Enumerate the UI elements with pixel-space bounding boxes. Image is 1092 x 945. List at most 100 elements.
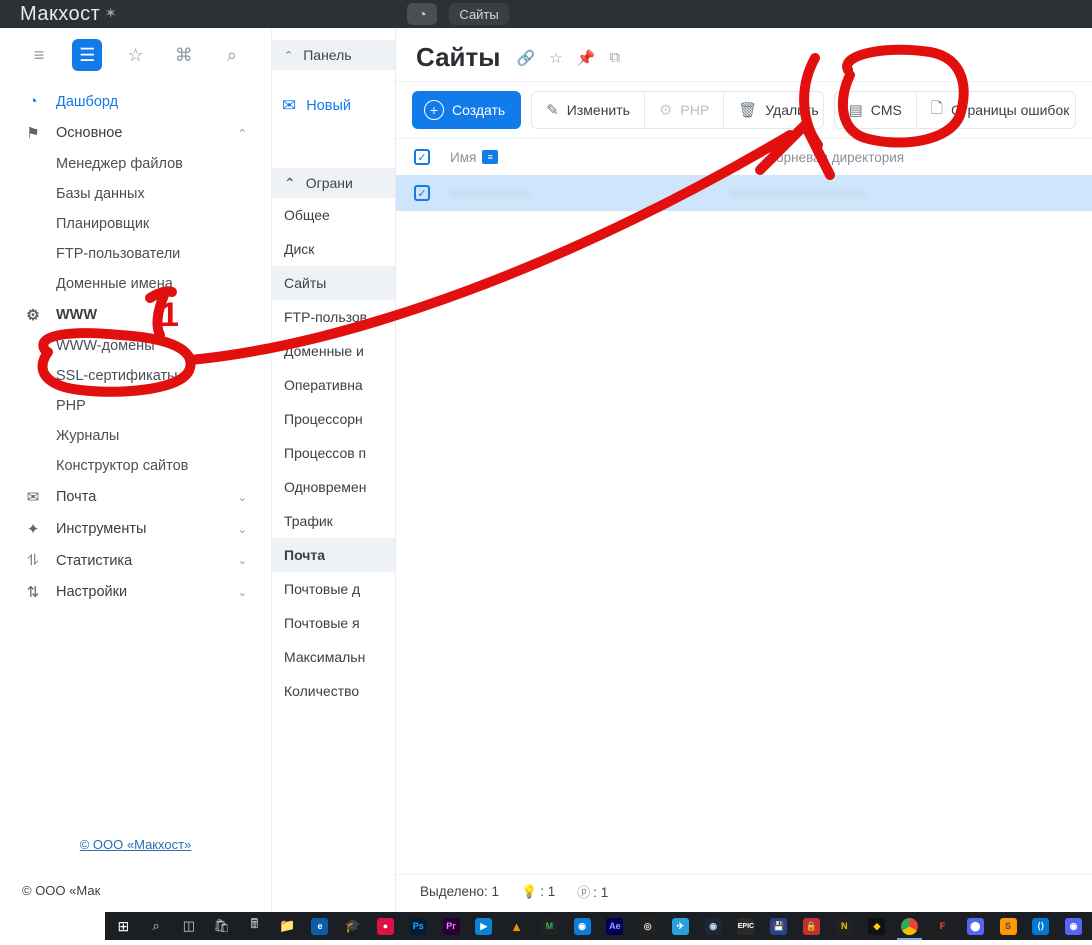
sort-icon[interactable]: ≡: [482, 150, 498, 164]
col-dir-label[interactable]: Корневая директория: [768, 150, 904, 165]
taskbar-app2[interactable]: ●: [369, 912, 402, 940]
star-icon[interactable]: ☆: [120, 39, 150, 71]
nav-section-www[interactable]: ⚙ WWW: [0, 299, 271, 331]
nav-sub-item[interactable]: Планировщик: [0, 209, 271, 239]
dashboard-icon: ◔: [24, 93, 42, 110]
taskbar-epic[interactable]: EPIC: [730, 912, 763, 940]
taskbar-sublime[interactable]: S: [992, 912, 1025, 940]
taskbar-premiere[interactable]: Pr: [435, 912, 468, 940]
taskbar-edge[interactable]: e: [304, 912, 337, 940]
nav-sub-item[interactable]: Базы данных: [0, 179, 271, 209]
topbar-tab-sites[interactable]: Сайты: [449, 3, 508, 25]
link-icon[interactable]: 🔗: [516, 49, 535, 67]
sec-limits-header[interactable]: ⌃ Ограни: [272, 168, 395, 198]
nav-dashboard[interactable]: ◔ Дашборд: [0, 86, 271, 117]
cms-button[interactable]: ▤CMS: [835, 92, 916, 128]
sec-panel-label: Панель: [303, 47, 351, 63]
nav-sub-item[interactable]: Менеджер файлов: [0, 149, 271, 179]
nav-sub-item[interactable]: Конструктор сайтов: [0, 451, 271, 481]
search-icon[interactable]: ⌕: [217, 39, 247, 71]
nav-tools[interactable]: ✦ Инструменты ⌄: [0, 513, 271, 545]
nav-sub-item[interactable]: PHP: [0, 391, 271, 421]
taskbar-telegram[interactable]: ✈: [664, 912, 697, 940]
taskbar-app6[interactable]: N: [828, 912, 861, 940]
sec-new-button[interactable]: ✉ Новый: [272, 84, 395, 136]
sec-item[interactable]: Процессорн: [272, 402, 395, 436]
taskbar-chrome[interactable]: [893, 912, 926, 940]
sec-item[interactable]: Количество: [272, 674, 395, 708]
sec-item[interactable]: Трафик: [272, 504, 395, 538]
nav-stats[interactable]: ⥮ Статистика ⌄: [0, 545, 271, 576]
taskbar-vlc[interactable]: ▲: [500, 912, 533, 940]
taskbar-app5[interactable]: ◉: [566, 912, 599, 940]
sec-item[interactable]: Процессов п: [272, 436, 395, 470]
taskbar-yandex[interactable]: ◆: [861, 912, 894, 940]
sec-item[interactable]: Сайты: [272, 266, 395, 300]
nav-sub-item[interactable]: Доменные имена: [0, 269, 271, 299]
topbar-dashboard-icon[interactable]: ◔: [407, 3, 437, 25]
taskbar-save[interactable]: 💾: [762, 912, 795, 940]
sec-item[interactable]: Оперативна: [272, 368, 395, 402]
error-pages-button[interactable]: 🗋Страницы ошибок: [916, 92, 1076, 128]
taskbar-taskview[interactable]: ◫: [173, 912, 206, 940]
nav-sub-item[interactable]: FTP-пользователи: [0, 239, 271, 269]
taskbar-app7[interactable]: ⬤: [959, 912, 992, 940]
nav-mail[interactable]: ✉ Почта ⌄: [0, 481, 271, 513]
apps-icon[interactable]: ⌘: [169, 39, 199, 71]
taskbar-aftereffects[interactable]: Ae: [598, 912, 631, 940]
sec-item[interactable]: Общее: [272, 198, 395, 232]
nav-settings[interactable]: ⇅ Настройки ⌄: [0, 576, 271, 608]
popout-icon[interactable]: ⧉: [609, 49, 620, 67]
globe-icon: ⚙: [24, 306, 42, 324]
taskbar-start[interactable]: ⊞: [107, 912, 140, 940]
nav-sub-item[interactable]: WWW-домены: [0, 331, 271, 361]
taskbar-app4[interactable]: M: [533, 912, 566, 940]
row-name-cell: ───────: [450, 186, 700, 200]
sec-item[interactable]: Доменные и: [272, 334, 395, 368]
sidebar: ≡ ☰ ☆ ⌘ ⌕ ◔ Дашборд ⚑ Основное ⌃ Менедже…: [0, 28, 272, 912]
sec-item[interactable]: FTP-пользов: [272, 300, 395, 334]
sec-item[interactable]: Почтовые д: [272, 572, 395, 606]
taskbar-obs[interactable]: ◎: [631, 912, 664, 940]
nav-section-main[interactable]: ⚑ Основное ⌃: [0, 117, 271, 149]
create-button[interactable]: + Создать: [412, 91, 521, 129]
taskbar-calc[interactable]: 🖩: [238, 912, 271, 940]
taskbar-store[interactable]: 🛍: [205, 912, 238, 940]
sec-item[interactable]: Максимальн: [272, 640, 395, 674]
taskbar-search[interactable]: ⌕: [140, 912, 173, 940]
page-icon: 🗋: [931, 98, 943, 123]
row-dir-cell: ────────────: [730, 186, 870, 200]
taskbar-lock[interactable]: 🔒: [795, 912, 828, 940]
taskbar-photoshop[interactable]: Ps: [402, 912, 435, 940]
edit-button[interactable]: ✎Изменить: [532, 92, 644, 128]
select-all-checkbox[interactable]: ✓: [414, 149, 430, 165]
flag-icon: ⚑: [24, 124, 42, 142]
sec-item[interactable]: Почта: [272, 538, 395, 572]
taskbar-explorer[interactable]: 📁: [271, 912, 304, 940]
taskbar-app3[interactable]: ▶: [467, 912, 500, 940]
delete-button[interactable]: 🗑Удалить: [723, 92, 823, 128]
status-php: ⓟ: 1: [577, 882, 608, 901]
taskbar-discord[interactable]: ◉: [1057, 912, 1090, 940]
star-icon[interactable]: ☆: [549, 49, 562, 67]
taskbar-app1[interactable]: 🎓: [336, 912, 369, 940]
table-row[interactable]: ✓ ─────── ────────────: [396, 175, 1092, 211]
row-checkbox[interactable]: ✓: [414, 185, 430, 201]
taskbar-steam[interactable]: ◉: [697, 912, 730, 940]
taskbar-figma[interactable]: F: [926, 912, 959, 940]
taskbar-vscode[interactable]: ⟨⟩: [1024, 912, 1057, 940]
sec-item[interactable]: Почтовые я: [272, 606, 395, 640]
sec-panel-header[interactable]: ⌃ Панель: [272, 40, 395, 70]
sec-item[interactable]: Диск: [272, 232, 395, 266]
nav-section-www-label: WWW: [56, 307, 97, 323]
sec-item[interactable]: Одновремен: [272, 470, 395, 504]
copyright-link[interactable]: © ООО «Макхост»: [0, 837, 271, 852]
pin-icon[interactable]: 📌: [577, 49, 596, 67]
chevron-down-icon: ⌄: [238, 523, 247, 536]
nav-sub-item[interactable]: SSL-сертификаты: [0, 361, 271, 391]
menu-icon[interactable]: ≡: [24, 39, 54, 71]
col-name-label[interactable]: Имя: [450, 150, 476, 165]
list-icon[interactable]: ☰: [72, 39, 102, 71]
nav-sub-item[interactable]: Журналы: [0, 421, 271, 451]
php-button: ⚙PHP: [644, 92, 723, 128]
